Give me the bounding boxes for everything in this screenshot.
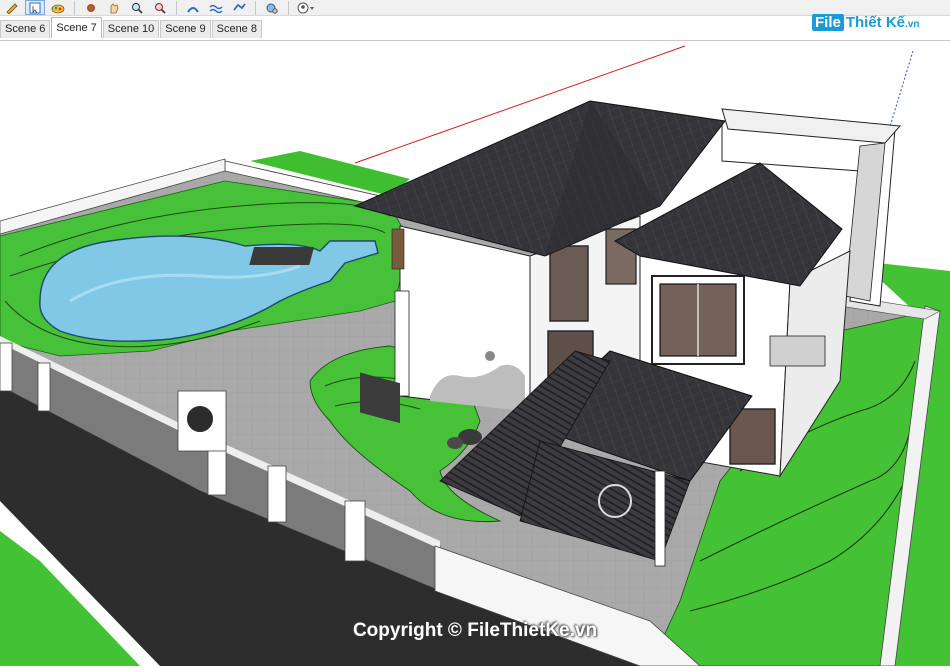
zoom-icon[interactable] [127,0,147,15]
balcony-slab [769,335,826,367]
plant-pot [447,437,463,449]
brand-logo: File Thiết Kế.vn [812,14,919,31]
tab-scene-6[interactable]: Scene 6 [0,20,51,38]
settings-icon[interactable] [262,0,282,15]
tab-scene-9[interactable]: Scene 9 [160,20,211,38]
sandbox-icon[interactable] [206,0,226,15]
select-icon[interactable] [25,0,45,15]
round-accent [485,351,495,361]
toolbar-separator [176,0,177,15]
gate-emblem [185,404,215,434]
toolbar-separator [74,0,75,15]
zoom-extents-icon[interactable] [150,0,170,15]
model-viewport[interactable] [0,40,950,667]
user-icon[interactable] [295,0,315,15]
logo-rest-text: Thiết Kế.vn [845,14,920,31]
main-window [549,245,589,322]
fence-pillar [267,465,287,523]
tab-scene-10[interactable]: Scene 10 [102,20,160,38]
porch-column [394,290,410,397]
fence-pillar [344,500,366,562]
porch-column [391,228,405,270]
toolbar-separator [255,0,256,15]
toolbar [0,0,950,16]
scene-tabs: Scene 6 Scene 7 Scene 10 Scene 9 Scene 8 [0,17,263,38]
fence-pillar [0,342,13,392]
tab-scene-7[interactable]: Scene 7 [51,17,102,38]
warehouse-icon[interactable] [183,0,203,15]
move-icon[interactable] [81,0,101,15]
pencil-icon[interactable] [2,0,22,15]
tab-scene-8[interactable]: Scene 8 [211,20,262,38]
copyright-watermark: Copyright © FileThietKe.vn [352,620,598,641]
extension-icon[interactable] [229,0,249,15]
house-model-render [0,45,950,667]
pool-deck [249,247,315,265]
porch-column [654,470,666,567]
pan-icon[interactable] [104,0,124,15]
blue-axis-line [887,50,914,134]
toolbar-separator [288,0,289,15]
logo-file-text: File [812,14,844,31]
fence-pillar [37,362,51,412]
paint-bucket-icon[interactable] [48,0,68,15]
